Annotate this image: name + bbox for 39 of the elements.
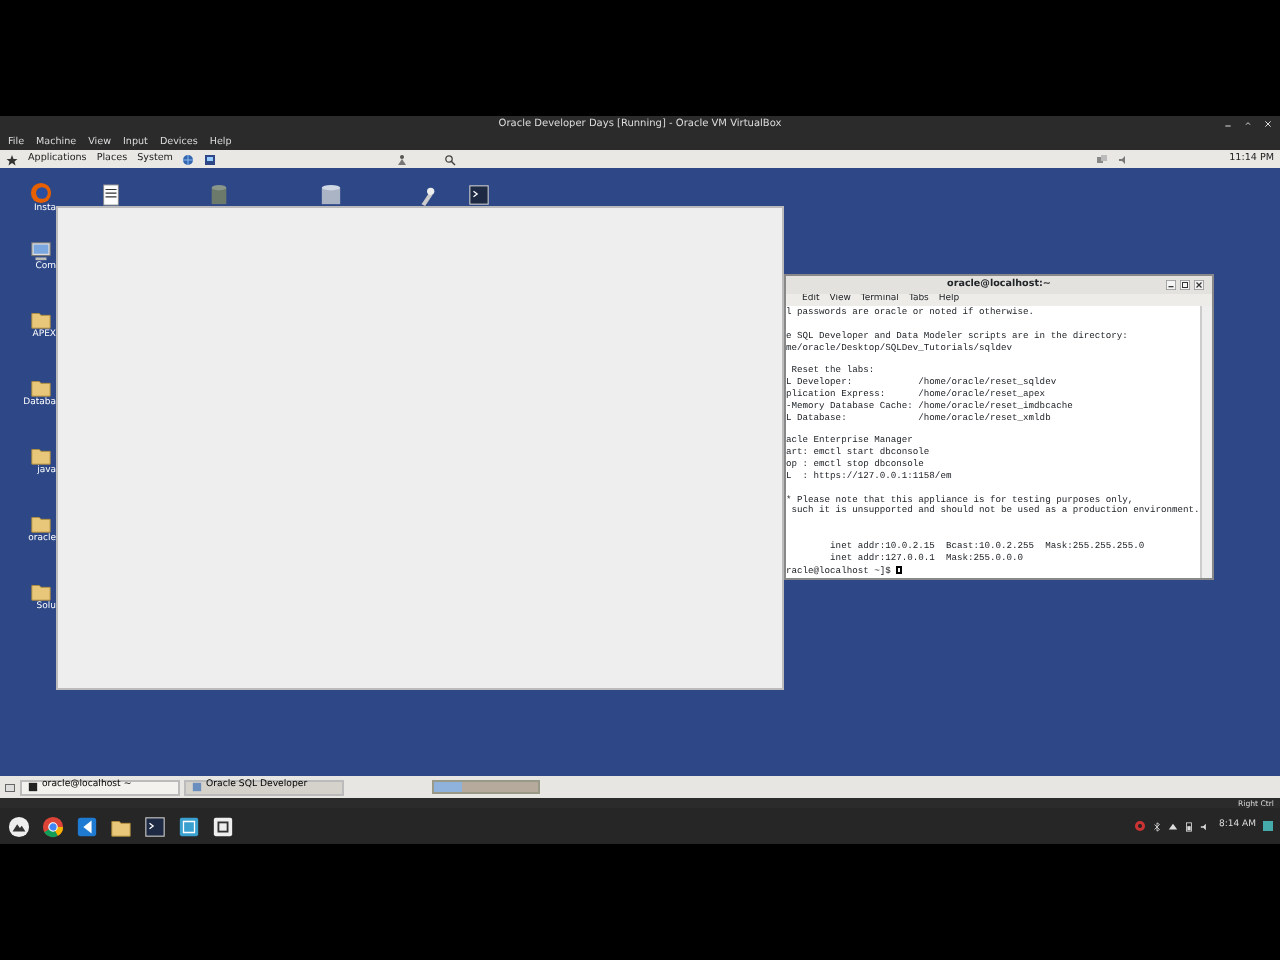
document-icon[interactable]	[100, 184, 122, 206]
record-icon[interactable]	[1133, 820, 1145, 832]
network-icon[interactable]	[1096, 153, 1109, 165]
bluetooth-icon[interactable]	[1151, 821, 1161, 831]
close-icon[interactable]	[1194, 279, 1204, 289]
computer-icon[interactable]	[30, 240, 52, 262]
app-icon	[192, 782, 202, 792]
database-icon[interactable]	[320, 184, 342, 206]
code-editor-button[interactable]	[74, 812, 100, 840]
terminal-button[interactable]	[142, 812, 168, 840]
battery-icon[interactable]	[1183, 821, 1193, 831]
database-icon[interactable]	[208, 184, 230, 206]
folder-icon[interactable]	[30, 376, 52, 398]
terminal-icon	[28, 782, 38, 792]
globe-icon[interactable]	[182, 153, 195, 165]
volume-icon[interactable]	[1199, 821, 1209, 831]
cursor	[896, 565, 903, 575]
notification-icon[interactable]	[1262, 818, 1274, 834]
show-desktop-icon[interactable]	[4, 781, 16, 793]
gnome-foot-icon[interactable]	[6, 153, 18, 165]
chrome-button[interactable]	[40, 812, 66, 840]
firefox-icon[interactable]	[30, 182, 52, 204]
window-button[interactable]	[210, 812, 236, 840]
minimize-icon[interactable]	[1166, 279, 1176, 289]
app-button[interactable]	[176, 812, 202, 840]
tool-icon[interactable]	[416, 184, 438, 206]
user-icon[interactable]	[396, 153, 409, 165]
maximize-icon[interactable]	[1180, 279, 1190, 289]
wifi-icon[interactable]	[1167, 821, 1177, 831]
workspace-switcher[interactable]	[432, 780, 540, 794]
scrollbar[interactable]	[1200, 306, 1212, 578]
folder-icon[interactable]	[30, 512, 52, 534]
folder-icon[interactable]	[30, 580, 52, 602]
screen-icon[interactable]	[204, 153, 217, 165]
folder-icon[interactable]	[30, 444, 52, 466]
search-icon[interactable]	[444, 153, 457, 165]
folder-icon[interactable]	[30, 308, 52, 330]
terminal-icon[interactable]	[468, 184, 490, 206]
launcher-button[interactable]	[6, 812, 32, 840]
